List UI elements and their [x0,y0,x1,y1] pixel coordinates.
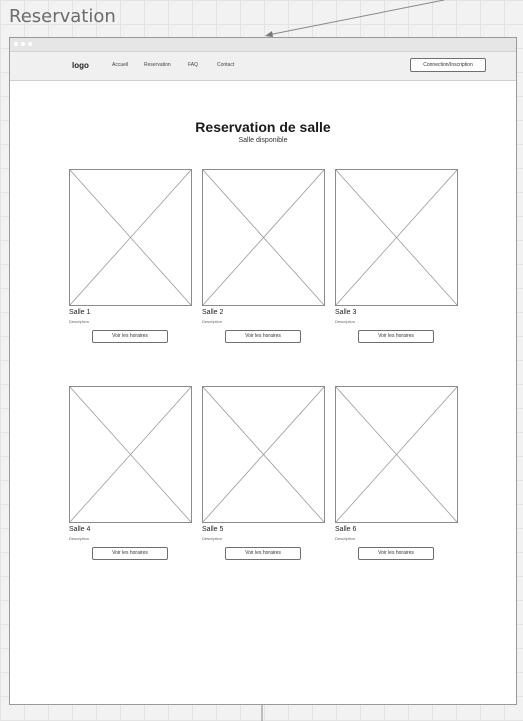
room-description: Description [202,319,223,324]
room-name: Salle 4 [69,526,91,533]
window-dot-icon [21,42,25,46]
nav-link-contact[interactable]: Contact [217,62,234,68]
image-placeholder-icon [69,386,192,523]
room-card-1: Salle 1 Description Voir les horaires [69,169,192,343]
image-placeholder-icon [335,386,458,523]
nav-link-faq[interactable]: FAQ [188,62,198,68]
image-placeholder-icon [69,169,192,306]
window-dot-icon [28,42,32,46]
room-name: Salle 1 [69,309,91,316]
room-description: Description [335,536,356,541]
room-description: Description [69,319,90,324]
image-placeholder-icon [202,169,325,306]
room-name: Salle 3 [335,309,357,316]
room-name: Salle 5 [202,526,224,533]
view-schedule-button[interactable]: Voir les horaires [358,547,434,560]
navbar: logo Accueil Reservation FAQ Contact Con… [10,52,516,81]
browser-title-bar [10,38,516,52]
view-schedule-button[interactable]: Voir les horaires [92,547,168,560]
room-card-3: Salle 3 Description Voir les horaires [335,169,458,343]
image-placeholder-icon [335,169,458,306]
nav-link-accueil[interactable]: Accueil [112,62,128,68]
room-name: Salle 2 [202,309,224,316]
browser-window: logo Accueil Reservation FAQ Contact Con… [9,37,517,705]
view-schedule-button[interactable]: Voir les horaires [225,547,301,560]
page-title: Reservation de salle [195,119,331,135]
room-description: Description [202,536,223,541]
room-card-2: Salle 2 Description Voir les horaires [202,169,325,343]
view-schedule-button[interactable]: Voir les horaires [358,330,434,343]
room-card-4: Salle 4 Description Voir les horaires [69,386,192,560]
view-schedule-button[interactable]: Voir les horaires [92,330,168,343]
image-placeholder-icon [202,386,325,523]
nav-link-reservation[interactable]: Reservation [144,62,171,68]
logo[interactable]: logo [72,61,89,70]
login-button[interactable]: Connection/Inscription [410,58,486,72]
page-subtitle: Salle disponible [238,137,288,144]
window-dot-icon [14,42,18,46]
room-card-5: Salle 5 Description Voir les horaires [202,386,325,560]
view-schedule-button[interactable]: Voir les horaires [225,330,301,343]
room-name: Salle 6 [335,526,357,533]
room-card-6: Salle 6 Description Voir les horaires [335,386,458,560]
room-description: Description [69,536,90,541]
room-description: Description [335,319,356,324]
